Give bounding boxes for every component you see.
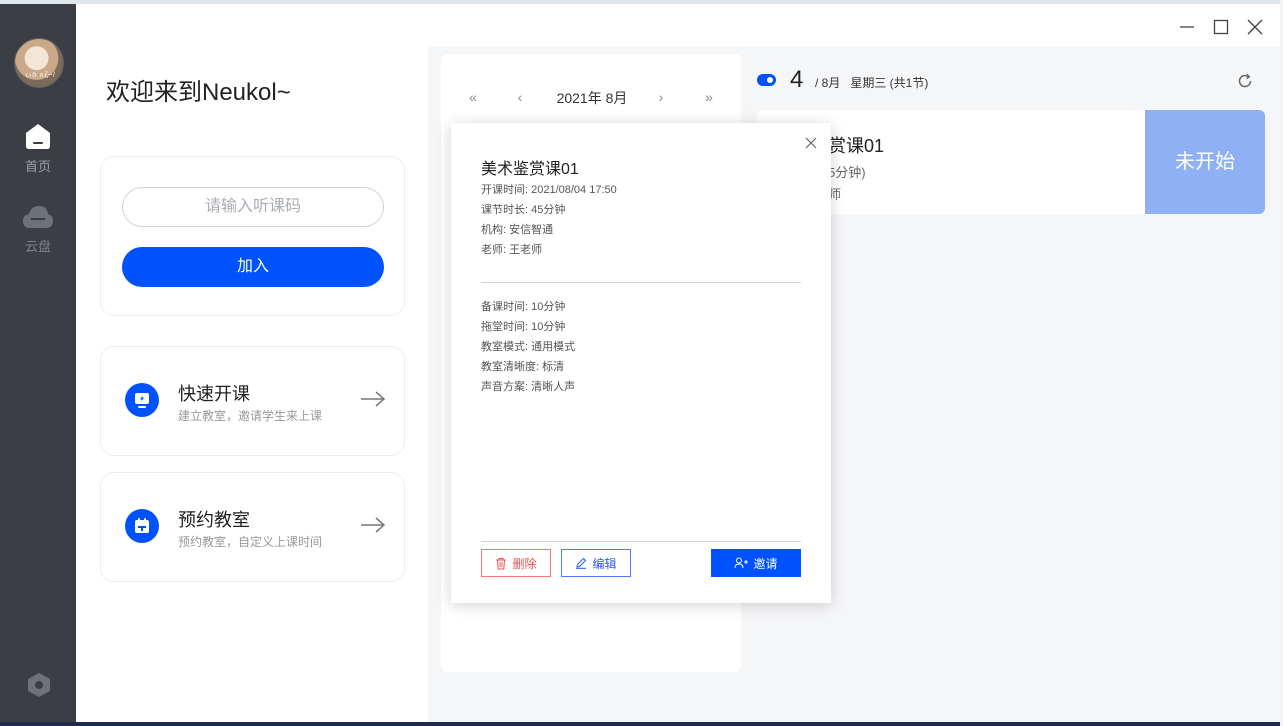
day-meta: / 8月 星期三 (共1节) [815,74,928,91]
list-item: 老师: 王老师 [481,244,543,256]
course-info-list: 开课时间: 2021/08/04 17:50 课节时长: 45分钟 机构: 安信… [481,180,617,260]
course-duration: 5分钟) [828,165,866,180]
close-window-button[interactable] [1244,16,1266,38]
quick-start-card[interactable]: 快速开课 建立教室，邀请学生来上课 [100,346,405,456]
sidebar-item-cloud[interactable]: 云盘 [0,204,76,255]
day-weekday: 星期三 (共1节) [850,76,929,90]
course-detail-popup: 美术鉴赏课01 开课时间: 2021/08/04 17:50 课节时长: 45分… [451,123,831,603]
app-window: ぃö ∧ζ~/ 首页 云盘 欢迎来到Neukol~ 请输入听课码 加入 快速开课… [0,4,1280,722]
maximize-button[interactable] [1210,16,1232,38]
prev-year-button[interactable]: « [462,87,484,107]
prev-month-button[interactable]: ‹ [510,87,530,107]
edit-label: 编辑 [592,556,617,571]
trash-icon [496,557,507,569]
page-title: 欢迎来到Neukol~ [106,79,291,106]
list-item: 备课时间: 10分钟 [481,301,566,313]
next-year-button[interactable]: » [698,87,720,107]
maximize-icon [1213,19,1229,35]
divider [481,282,801,283]
course-settings-list: 备课时间: 10分钟 拖堂时间: 10分钟 教室模式: 通用模式 教室清晰度: … [481,297,575,397]
next-month-button[interactable]: › [651,87,671,107]
home-icon [26,124,50,149]
pencil-icon [576,557,587,569]
reserve-subtitle: 预约教室，自定义上课时间 [178,535,323,549]
list-item: 教室模式: 通用模式 [481,341,576,353]
list-item: 教室清晰度: 标清 [481,361,565,373]
desktop-taskbar [0,722,1283,726]
refresh-icon[interactable] [1236,72,1254,90]
settings-icon[interactable] [26,672,52,698]
calendar-title: 2021年 8月 [556,90,628,106]
avatar-text: ぃö ∧ζ~/ [24,72,56,79]
quick-class-icon [125,383,159,417]
course-name: 赏课01 [828,136,885,156]
sidebar-item-home[interactable]: 首页 [0,122,76,175]
list-item: 课节时长: 45分钟 [481,204,566,216]
close-icon [1247,19,1263,35]
add-user-icon [734,557,749,569]
join-class-card: 加入 [100,156,405,316]
avatar[interactable]: ぃö ∧ζ~/ [14,38,64,88]
view-toggle[interactable] [757,74,776,86]
minimize-button[interactable] [1176,16,1198,38]
arrow-right-icon [361,391,386,407]
popup-title: 美术鉴赏课01 [481,161,579,178]
join-button[interactable]: 加入 [122,247,384,287]
edit-button[interactable]: 编辑 [561,549,631,577]
close-icon[interactable] [803,135,819,151]
delete-button[interactable]: 删除 [481,549,551,577]
calendar-icon [125,509,159,543]
list-item: 机构: 安信智通 [481,224,554,236]
sidebar-item-label: 首页 [24,159,51,174]
invite-label: 邀请 [753,556,778,571]
reserve-title: 预约教室 [178,510,250,530]
sidebar-item-label: 云盘 [24,239,51,254]
list-item: 声音方案: 清晰人声 [481,381,576,393]
quick-start-title: 快速开课 [178,384,250,404]
quick-start-subtitle: 建立教室，邀请学生来上课 [178,409,323,423]
list-item: 拖堂时间: 10分钟 [481,321,566,333]
sidebar: ぃö ∧ζ~/ 首页 云盘 [0,4,76,722]
minimize-icon [1180,26,1194,28]
day-number: 4 [790,66,804,93]
course-status-button[interactable]: 未开始 [1145,110,1265,214]
cloud-icon [23,206,53,228]
list-item: 开课时间: 2021/08/04 17:50 [481,184,617,196]
divider [481,541,801,542]
day-month: / 8月 [815,76,841,90]
arrow-right-icon [361,517,386,533]
reserve-classroom-card[interactable]: 预约教室 预约教室，自定义上课时间 [100,472,405,582]
class-code-input[interactable] [122,187,384,227]
invite-button[interactable]: 邀请 [711,549,801,577]
delete-label: 删除 [512,556,537,571]
